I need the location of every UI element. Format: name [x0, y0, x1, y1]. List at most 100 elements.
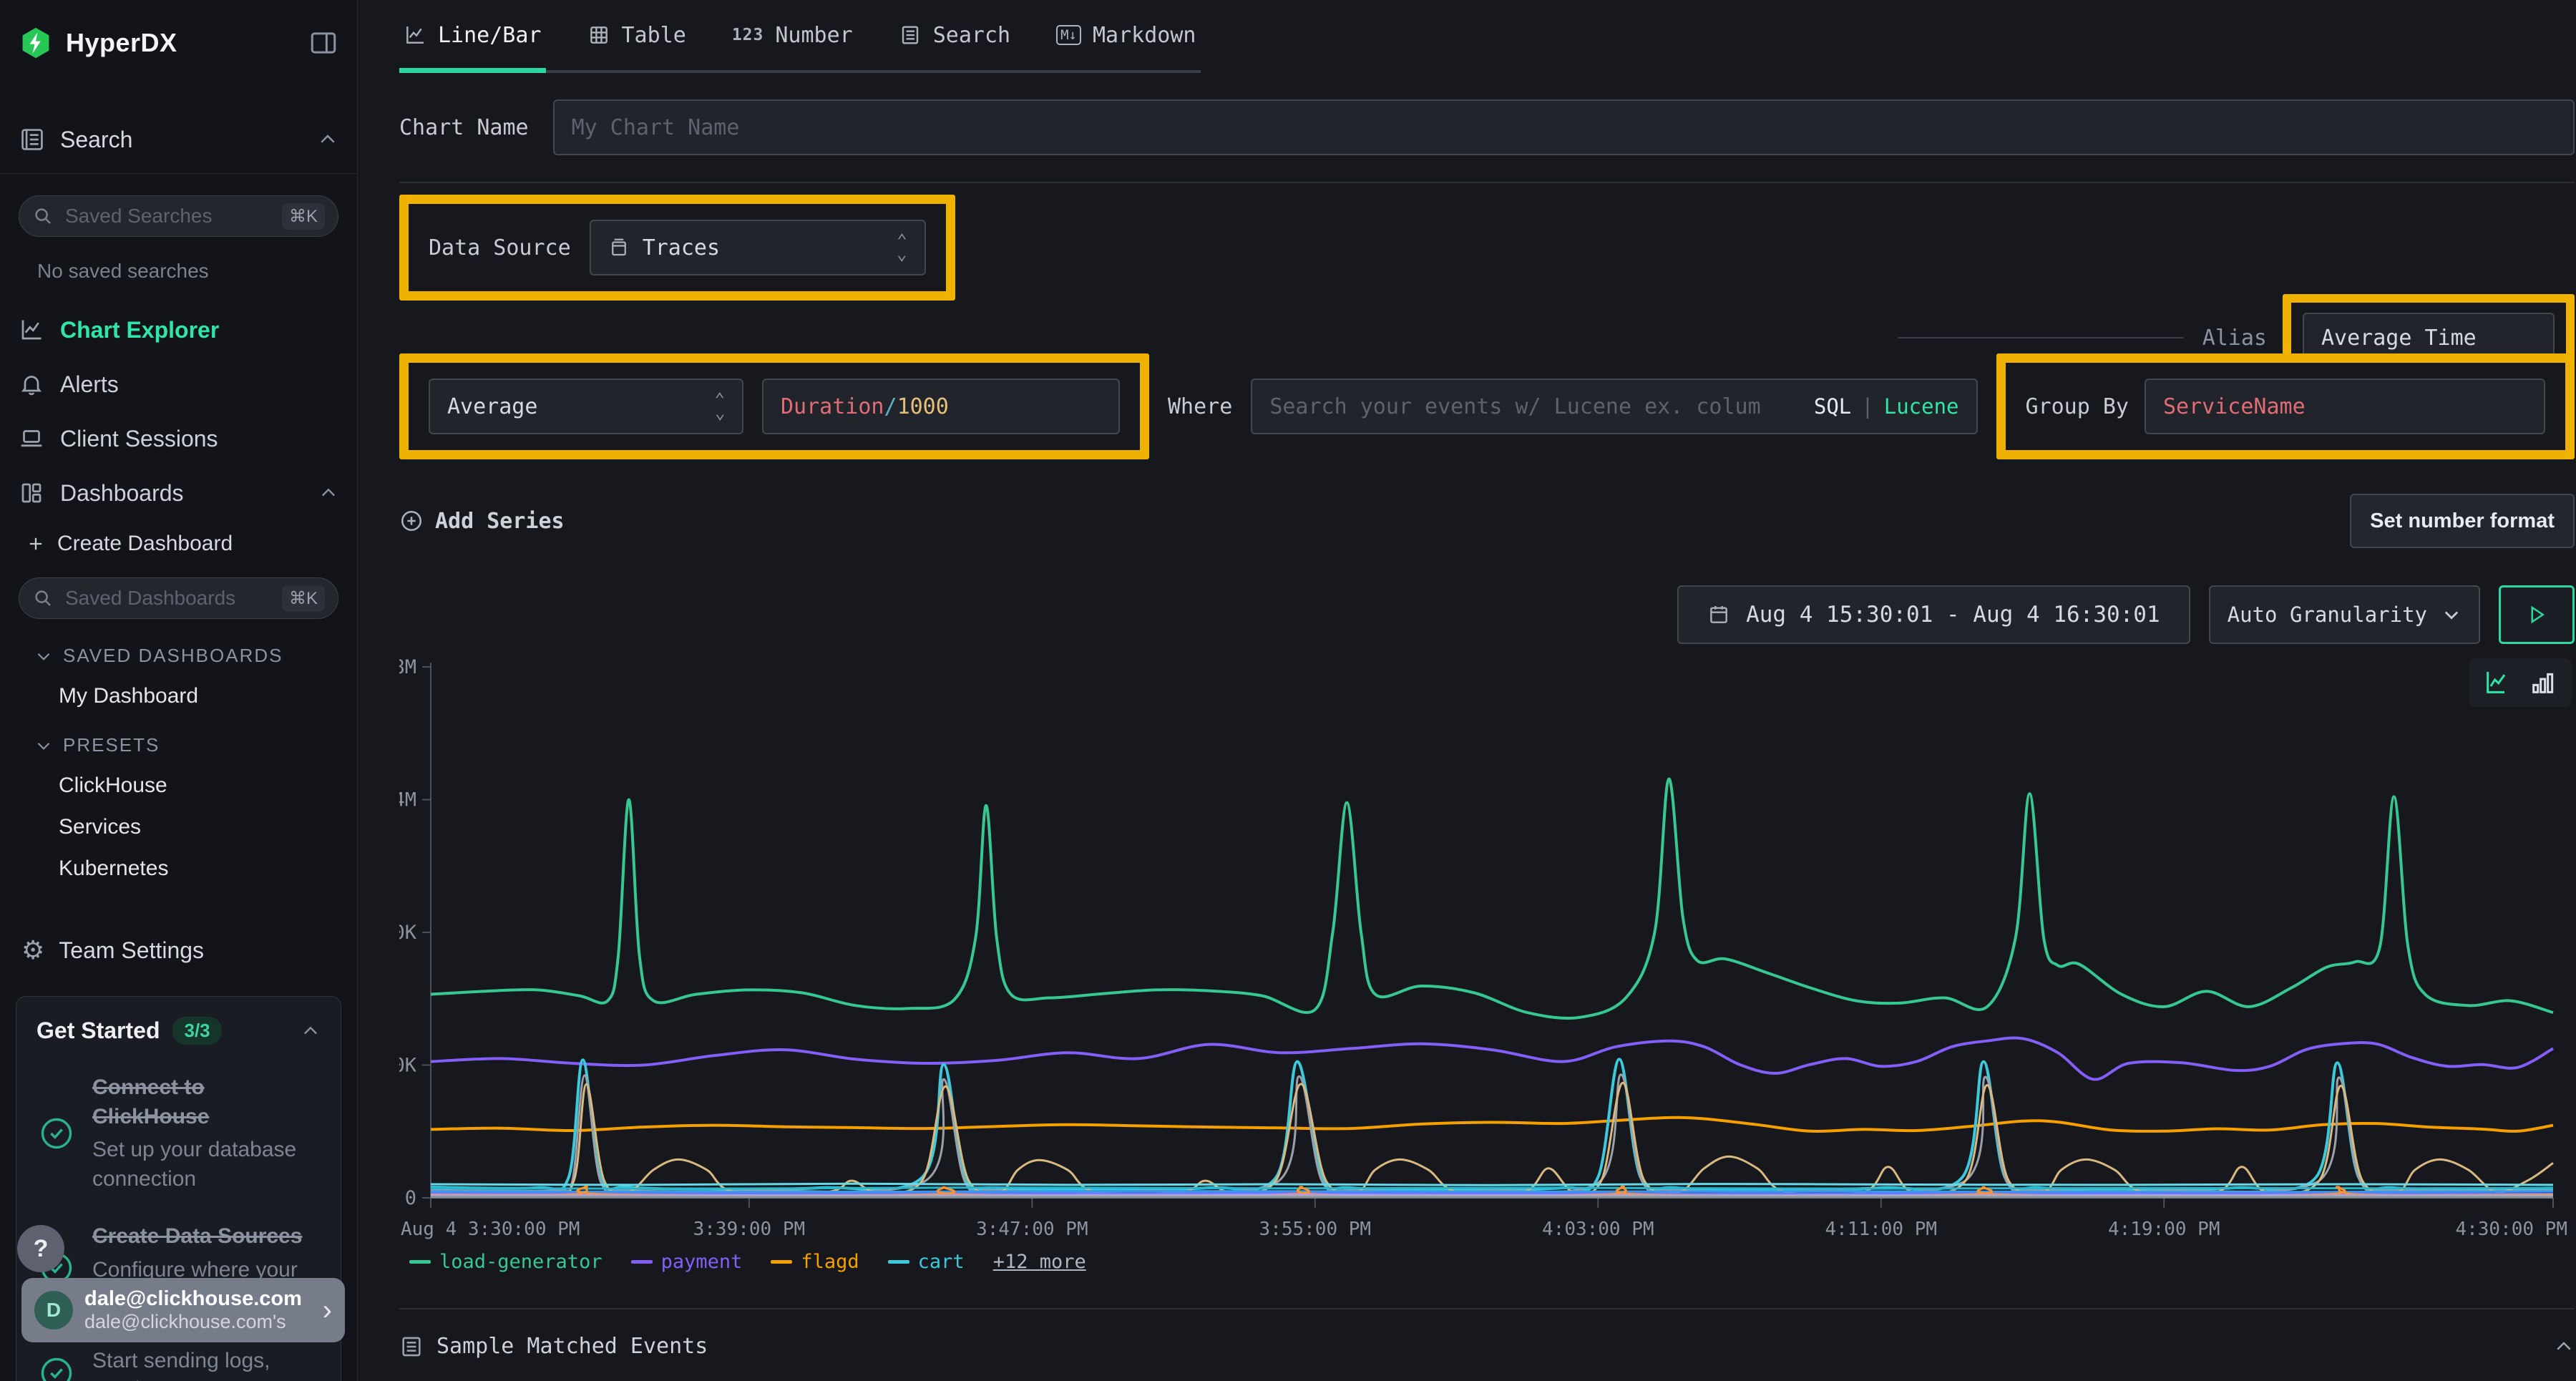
aggregation-value: Average [447, 394, 537, 419]
sidebar-item-label: Chart Explorer [60, 317, 219, 343]
table-icon [587, 24, 610, 47]
tab-markdown[interactable]: M↓ Markdown [1056, 0, 1196, 70]
user-org: dale@clickhouse.com's [84, 1311, 311, 1333]
granularity-select[interactable]: Auto Granularity [2209, 585, 2480, 644]
data-source-select[interactable]: Traces ⌃⌃ [590, 220, 926, 275]
date-range-picker[interactable]: Aug 4 15:30:01 - Aug 4 16:30:01 [1677, 585, 2190, 644]
aggregation-select[interactable]: Average ⌃⌃ [429, 379, 743, 434]
group-by-value: ServiceName [2163, 394, 2306, 419]
get-started-item[interactable]: Connect to ClickHouse Set up your databa… [36, 1073, 321, 1194]
app-window: HyperDX Search [0, 0, 2576, 1381]
data-source-highlight: Data Source Traces ⌃⌃ [399, 195, 955, 301]
gear-icon: ⚙ [21, 935, 44, 965]
chevron-up-icon[interactable] [301, 1021, 321, 1041]
collapse-section-icon[interactable] [2553, 1336, 2575, 1357]
sidebar-item-services[interactable]: Services [59, 815, 338, 839]
search-icon [32, 205, 54, 227]
collapse-sidebar-icon[interactable] [308, 28, 338, 58]
svg-text:900K: 900K [399, 922, 417, 944]
get-started-title: Get Started [36, 1018, 160, 1044]
select-chevrons-icon: ⌃⌃ [897, 234, 907, 261]
chart-name-input[interactable] [572, 115, 2556, 140]
where-label: Where [1168, 394, 1232, 419]
sidebar-item-alerts[interactable]: Alerts [19, 358, 338, 410]
chart-canvas[interactable]: 0450K900K1.4M1.8MAug 4 3:30:00 PM3:39:00… [399, 654, 2575, 1249]
timeseries-chart[interactable]: 0450K900K1.4M1.8MAug 4 3:30:00 PM3:39:00… [399, 654, 2575, 1278]
legend-more-link[interactable]: +12 more [993, 1251, 1086, 1273]
check-circle-icon [36, 1073, 77, 1194]
saved-dashboards-placeholder: Saved Dashboards [65, 587, 270, 610]
field-expression-input[interactable]: Duration/1000 [762, 379, 1120, 434]
date-range-value: Aug 4 15:30:01 - Aug 4 16:30:01 [1746, 602, 2160, 628]
team-settings-label: Team Settings [59, 937, 204, 964]
legend-item[interactable]: load-generator [409, 1251, 602, 1273]
get-started-item[interactable]: Start sending logs, metrics, or traces [36, 1342, 321, 1381]
search-section-label: Search [60, 127, 132, 153]
svg-text:4:30:00 PM: 4:30:00 PM [2455, 1219, 2567, 1240]
plus-icon [26, 534, 46, 554]
chevron-down-icon [34, 647, 53, 665]
group-by-field[interactable]: ServiceName [2145, 379, 2545, 434]
laptop-icon [19, 426, 44, 452]
chart-name-label: Chart Name [399, 115, 529, 140]
user-menu[interactable]: D dale@clickhouse.com dale@clickhouse.co… [21, 1278, 345, 1342]
sql-toggle[interactable]: SQL [1814, 394, 1851, 419]
chart-name-field[interactable] [553, 99, 2575, 155]
saved-dashboards-input[interactable]: Saved Dashboards ⌘K [19, 577, 338, 619]
chart-type-tabs: Line/Bar Table 123 Number Search [399, 0, 1201, 73]
add-series-button[interactable]: Add Series [399, 509, 565, 534]
sidebar-item-dashboards[interactable]: Dashboards [19, 467, 338, 519]
legend-item[interactable]: cart [888, 1251, 965, 1273]
presets-group[interactable]: PRESETS [34, 734, 338, 756]
chart-display-toggle [2469, 658, 2572, 707]
svg-text:450K: 450K [399, 1055, 417, 1077]
svg-text:Aug 4 3:30:00 PM: Aug 4 3:30:00 PM [401, 1219, 580, 1240]
legend-item[interactable]: flagd [771, 1251, 859, 1273]
shortcut-badge: ⌘K [282, 585, 325, 612]
chevron-up-icon[interactable] [317, 129, 338, 150]
chevron-down-icon [2441, 605, 2462, 625]
chevron-up-icon[interactable] [318, 483, 338, 503]
sidebar-item-chart-explorer[interactable]: Chart Explorer [19, 304, 338, 356]
lucene-toggle[interactable]: Lucene [1884, 394, 1959, 419]
chevron-right-icon: › [323, 1294, 332, 1327]
database-icon [608, 237, 630, 258]
tab-table[interactable]: Table [587, 0, 686, 70]
svg-text:0: 0 [405, 1187, 416, 1209]
tab-number[interactable]: 123 Number [732, 0, 853, 70]
plus-circle-icon [399, 509, 424, 533]
check-circle-icon [36, 1342, 77, 1381]
search-list-icon [899, 24, 922, 47]
get-started-badge: 3/3 [172, 1017, 221, 1045]
sidebar-item-my-dashboard[interactable]: My Dashboard [59, 684, 338, 708]
sidebar-item-client-sessions[interactable]: Client Sessions [19, 413, 338, 464]
tab-line-bar[interactable]: Line/Bar [404, 0, 542, 70]
saved-searches-input[interactable]: Saved Searches ⌘K [19, 195, 338, 237]
svg-text:4:03:00 PM: 4:03:00 PM [1542, 1219, 1654, 1240]
sample-events-title: Sample Matched Events [436, 1334, 708, 1359]
tab-search[interactable]: Search [899, 0, 1010, 70]
user-email: dale@clickhouse.com [84, 1287, 311, 1311]
team-settings-button[interactable]: ⚙ Team Settings [21, 935, 338, 965]
calendar-icon [1707, 603, 1730, 626]
data-source-value: Traces [643, 235, 720, 260]
bar-view-icon[interactable] [2529, 668, 2557, 697]
no-saved-searches-text: No saved searches [37, 260, 338, 283]
line-view-icon[interactable] [2483, 668, 2512, 697]
legend-item[interactable]: payment [631, 1251, 743, 1273]
set-number-format-button[interactable]: Set number format [2350, 494, 2575, 548]
saved-dashboards-group[interactable]: SAVED DASHBOARDS [34, 645, 338, 667]
play-icon [2526, 604, 2547, 625]
markdown-icon: M↓ [1056, 25, 1081, 45]
sidebar-item-clickhouse[interactable]: ClickHouse [59, 774, 338, 798]
events-list-icon [399, 1334, 424, 1359]
group-by-label: Group By [2026, 394, 2129, 419]
run-query-button[interactable] [2499, 585, 2575, 644]
create-dashboard-button[interactable]: Create Dashboard [26, 532, 338, 556]
sidebar-item-kubernetes[interactable]: Kubernetes [59, 857, 338, 881]
where-input[interactable] [1269, 394, 1761, 419]
alias-input[interactable] [2321, 326, 2536, 351]
help-button[interactable]: ? [17, 1225, 64, 1272]
svg-text:4:11:00 PM: 4:11:00 PM [1825, 1219, 1937, 1240]
sidebar-section-search[interactable]: Search [19, 126, 338, 153]
